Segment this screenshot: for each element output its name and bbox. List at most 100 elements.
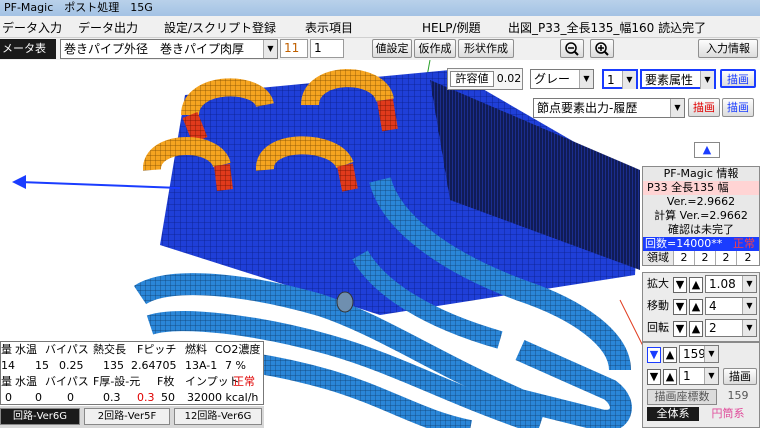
draw-button-red[interactable]: 描画 xyxy=(688,98,720,117)
table-row: 0 0 0 0.3 0.3 50 32000 kcal/h xyxy=(1,390,265,406)
table-cell[interactable]: 0.3 xyxy=(103,390,121,406)
circuit-tabs: 回路-Ver6G 2回路-Ver5F 12回路-Ver6G xyxy=(0,406,264,428)
triangle-up-icon: ▲ xyxy=(702,143,712,156)
info-count: 回数=14000** xyxy=(643,237,729,251)
cylindrical-system-button[interactable]: 円筒系 xyxy=(703,407,753,421)
table-cell: CO2濃度 xyxy=(215,343,261,356)
chevron-down-icon: ▼ xyxy=(670,99,684,117)
draw-count-value: 159 xyxy=(683,347,706,361)
color-combo[interactable]: グレー ▼ xyxy=(530,69,594,89)
zoom-label: 拡大 xyxy=(647,277,669,290)
elem-num-combo[interactable]: 1 ▼ xyxy=(602,69,638,89)
move-up-button[interactable]: ▲ xyxy=(689,299,703,315)
table-cell: Fピッチ xyxy=(137,343,177,356)
info-line-2: Ver.=2.9662 xyxy=(643,195,759,209)
3d-viewport[interactable]: 許容値 0.02 グレー ▼ 1 ▼ 要素属性 ▼ 描画 節点要素出力-履歴 ▼… xyxy=(0,60,760,428)
zoom-up-button[interactable]: ▲ xyxy=(689,277,703,293)
tab-12circuit-ver6g[interactable]: 12回路-Ver6G xyxy=(174,408,262,425)
table-cell[interactable]: 0.3 xyxy=(137,390,155,406)
rotate-combo[interactable]: 2 ▼ xyxy=(705,319,757,337)
region-val[interactable]: 2 xyxy=(736,251,759,265)
region-val[interactable]: 2 xyxy=(673,251,694,265)
elem-num-value: 1 xyxy=(607,73,615,87)
chevron-down-icon: ▼ xyxy=(742,298,756,314)
field-b[interactable]: 1 xyxy=(310,39,344,58)
meter-display-label[interactable]: メータ表示 xyxy=(0,39,56,75)
coord-count-value: 159 xyxy=(727,389,749,402)
tolerance-label[interactable]: 許容値 xyxy=(450,71,494,87)
move-label: 移動 xyxy=(647,299,669,312)
tab-2circuit-ver5f[interactable]: 2回路-Ver5F xyxy=(84,408,170,425)
temp-create-button[interactable]: 仮作成 xyxy=(414,39,456,58)
value-set-button[interactable]: 値設定 xyxy=(372,39,412,58)
status-badge: 正常 xyxy=(233,375,255,388)
zoom-down-button[interactable]: ▼ xyxy=(673,277,687,293)
move-combo[interactable]: 4 ▼ xyxy=(705,297,757,315)
chevron-down-icon: ▼ xyxy=(700,71,714,89)
menu-help[interactable]: HELP/例題 xyxy=(422,19,481,36)
table-cell[interactable]: 0 xyxy=(35,390,42,406)
chevron-down-icon: ▼ xyxy=(263,40,277,58)
region-val[interactable]: 2 xyxy=(715,251,736,265)
input-info-button[interactable]: 入力情報 xyxy=(698,39,758,58)
zoom-panel: 拡大 ▼ ▲ 1.08 ▼ 移動 ▼ ▲ 4 ▼ 回転 ▼ ▲ 2 ▼ xyxy=(642,272,760,342)
color-combo-value: グレー xyxy=(534,72,571,86)
global-system-button[interactable]: 全体系 xyxy=(647,407,699,421)
chevron-down-icon: ▼ xyxy=(704,346,718,362)
rotate-up-button[interactable]: ▲ xyxy=(689,321,703,337)
table-cell[interactable]: 15 xyxy=(35,358,49,374)
menu-display-items[interactable]: 表示項目 xyxy=(305,19,353,36)
elem-attr-combo[interactable]: 要素属性 ▼ xyxy=(640,69,716,89)
zoom-combo[interactable]: 1.08 ▼ xyxy=(705,275,757,293)
move-down-button[interactable]: ▼ xyxy=(673,299,687,315)
info-line-3: 計算 Ver.=2.9662 xyxy=(643,209,759,223)
table-cell[interactable]: 13A-1 xyxy=(185,358,217,374)
nav-up-button[interactable]: ▲ xyxy=(694,142,720,158)
table-cell[interactable]: 7 % xyxy=(225,358,246,374)
table-cell[interactable]: 0 xyxy=(67,390,74,406)
menu-data-input[interactable]: データ入力 xyxy=(2,19,62,36)
draw-count-combo[interactable]: 159 ▼ xyxy=(679,345,719,363)
zoom-in-button[interactable] xyxy=(590,39,614,58)
field-a[interactable]: 11 xyxy=(280,39,308,58)
table-cell[interactable]: 135 xyxy=(103,358,124,374)
zoom-value: 1.08 xyxy=(709,277,736,291)
node-output-value: 節点要素出力-履歴 xyxy=(537,101,638,115)
chevron-down-icon: ▼ xyxy=(622,71,636,89)
table-cell[interactable]: 50 xyxy=(161,390,175,406)
table-cell: 量 xyxy=(1,343,12,356)
tolerance-value[interactable]: 0.02 xyxy=(496,72,522,86)
table-cell[interactable]: 0 xyxy=(5,390,12,406)
parameter-combo[interactable]: 巻きパイプ外径 巻きパイプ肉厚 ▼ xyxy=(60,39,278,59)
menu-data-output[interactable]: データ出力 xyxy=(78,19,138,36)
table-cell: 燃料 xyxy=(185,343,207,356)
draw-panel: ▼ ▲ 159 ▼ ▼ ▲ 1 ▼ 描画 描画座標数 159 全体系 円筒系 xyxy=(642,342,760,428)
region-val[interactable]: 2 xyxy=(694,251,715,265)
table-cell[interactable]: 14 xyxy=(1,358,15,374)
shape-create-button[interactable]: 形状作成 xyxy=(458,39,514,58)
table-cell[interactable]: 0.25 xyxy=(59,358,84,374)
table-cell: 熱交長 xyxy=(93,343,126,356)
draw-button-blue[interactable]: 描画 xyxy=(722,98,754,117)
chevron-down-icon: ▼ xyxy=(742,320,756,336)
draw-small-button[interactable]: 描画 xyxy=(723,368,757,385)
zoom-out-button[interactable] xyxy=(560,39,584,58)
table-cell: バイパス xyxy=(45,343,89,356)
rotate-down-button[interactable]: ▼ xyxy=(673,321,687,337)
node-output-combo[interactable]: 節点要素出力-履歴 ▼ xyxy=(533,98,685,118)
tab-circuit-ver6g[interactable]: 回路-Ver6G xyxy=(0,408,80,425)
draw-button[interactable]: 描画 xyxy=(720,69,756,88)
menu-settings-script[interactable]: 設定/スクリプト登録 xyxy=(164,19,276,36)
step-down-button[interactable]: ▼ xyxy=(647,369,661,385)
step-up-button[interactable]: ▲ xyxy=(663,369,677,385)
table-cell: バイパス xyxy=(45,375,89,388)
step-value: 1 xyxy=(683,369,691,383)
zoom-in-icon xyxy=(595,42,609,56)
step-combo[interactable]: 1 ▼ xyxy=(679,367,719,385)
table-cell[interactable]: 32000 kcal/h xyxy=(187,390,258,406)
draw-down-button[interactable]: ▼ xyxy=(647,347,661,363)
chevron-down-icon: ▼ xyxy=(742,276,756,292)
draw-up-button[interactable]: ▲ xyxy=(663,347,677,363)
table-cell: F枚 xyxy=(157,375,175,388)
table-cell[interactable]: 2.64705 xyxy=(131,358,177,374)
